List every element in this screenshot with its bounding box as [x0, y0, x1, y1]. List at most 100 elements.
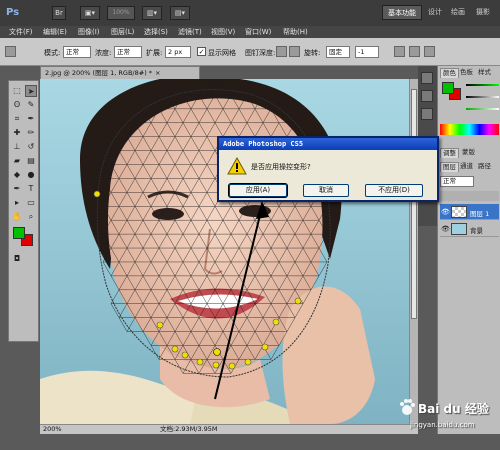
pin-depth-up-icon[interactable] [276, 46, 287, 57]
zoom-level-select[interactable]: 100% [107, 6, 135, 20]
apply-puppet-warp-dialog: Adobe Photoshop CS5 是否应用操控变形? 应用(A) 取消 不… [217, 136, 439, 202]
quick-select-tool-icon[interactable]: ✎ [25, 99, 37, 111]
blend-mode-select[interactable]: 正常 [440, 176, 474, 187]
move-tool-icon[interactable]: ➤ [25, 85, 37, 97]
menu-help[interactable]: 帮助(H) [283, 27, 308, 37]
visibility-eye-icon[interactable]: 👁 [441, 208, 450, 216]
shape-tool-icon[interactable]: ▭ [25, 197, 37, 209]
hand-tool-icon[interactable]: ✋ [11, 211, 23, 223]
status-zoom[interactable]: 200% [43, 425, 62, 434]
expand-label: 扩展: [146, 49, 163, 57]
expand-field[interactable]: 2 px [165, 46, 191, 58]
green-slider[interactable] [466, 84, 499, 86]
lasso-tool-icon[interactable]: ʘ [11, 99, 23, 111]
actions-panel-icon[interactable] [421, 90, 433, 102]
warning-icon [227, 157, 247, 175]
document-tab[interactable]: 2.jpg @ 200% (图层 1, RGB/8#) * × [40, 66, 200, 79]
eraser-tool-icon[interactable]: ▰ [11, 155, 23, 167]
photoshop-logo: Ps [6, 7, 20, 18]
layer-row-background[interactable]: 👁 背景 [440, 221, 499, 237]
layer-row-1[interactable]: 👁 图层 1 [440, 204, 499, 220]
info-panel-icon[interactable] [421, 108, 433, 120]
rotate-select[interactable]: 固定 [326, 46, 350, 58]
tab-paths[interactable]: 路径 [476, 162, 493, 172]
pin-depth-down-icon[interactable] [289, 46, 300, 57]
arrange-documents-icon[interactable]: ▥▾ [142, 6, 162, 20]
cancel-warp-icon[interactable] [409, 46, 420, 57]
layer-thumbnail [451, 206, 467, 218]
apply-button[interactable]: 应用(A) [228, 183, 288, 198]
path-select-tool-icon[interactable]: ▸ [11, 197, 23, 209]
baidu-paw-icon [400, 399, 415, 415]
layer-name[interactable]: 图层 1 [470, 208, 489, 218]
type-tool-icon[interactable]: T [25, 183, 37, 195]
quick-mask-icon[interactable]: ◘ [11, 253, 23, 265]
vertical-scrollbar[interactable] [409, 79, 418, 424]
dialog-message: 是否应用操控变形? [251, 163, 311, 171]
density-label: 浓度: [95, 49, 112, 57]
color-spectrum-ramp[interactable] [440, 124, 499, 135]
workspace-photography[interactable]: 摄影 [470, 5, 496, 20]
menu-window[interactable]: 窗口(W) [245, 27, 271, 37]
close-icon[interactable]: × [155, 69, 160, 77]
history-panel-icon[interactable] [421, 72, 433, 84]
workspace-essentials[interactable]: 基本功能 [382, 5, 422, 20]
history-brush-tool-icon[interactable]: ↺ [25, 141, 37, 153]
saturation-slider[interactable] [466, 108, 499, 110]
pen-tool-icon[interactable]: ✒ [11, 183, 23, 195]
mini-bridge-icon[interactable]: ▣▾ [80, 6, 100, 20]
status-doc-size: 文档:2.93M/3.95M [160, 425, 218, 433]
remove-pins-icon[interactable] [394, 46, 405, 57]
eyedropper-tool-icon[interactable]: ✒ [25, 113, 37, 125]
menu-filter[interactable]: 滤镜(T) [178, 27, 202, 37]
tab-color[interactable]: 颜色 [440, 68, 459, 78]
marquee-tool-icon[interactable]: ⬚ [11, 85, 23, 97]
dialog-title: Adobe Photoshop CS5 [219, 138, 437, 150]
menu-select[interactable]: 选择(S) [144, 27, 168, 37]
document-canvas[interactable] [40, 79, 410, 424]
clone-stamp-tool-icon[interactable]: ⊥ [11, 141, 23, 153]
layer-name[interactable]: 背景 [470, 225, 483, 235]
angle-field[interactable]: -1 [355, 46, 379, 58]
menu-layer[interactable]: 图层(L) [111, 27, 134, 37]
density-select[interactable]: 正常 [114, 46, 142, 58]
tab-masks[interactable]: 蒙版 [460, 148, 477, 158]
value-slider[interactable] [466, 96, 499, 98]
cancel-button[interactable]: 取消 [303, 184, 349, 197]
bridge-icon[interactable]: Br [52, 6, 66, 20]
blur-tool-icon[interactable]: ◆ [11, 169, 23, 181]
tab-channels[interactable]: 通道 [458, 162, 475, 172]
workspace-design[interactable]: 设计 [424, 5, 446, 20]
crop-tool-icon[interactable]: ⌗ [11, 113, 23, 125]
tab-layers[interactable]: 图层 [440, 162, 459, 172]
right-panels: 颜色 色板 样式 调整 蒙版 图层 通道 路径 正常 👁 图层 1 👁 背景 [437, 66, 500, 434]
screen-mode-icon[interactable]: ▤▾ [170, 6, 190, 20]
foreground-color-swatch[interactable] [13, 227, 25, 239]
menu-view[interactable]: 视图(V) [211, 27, 235, 37]
mode-select[interactable]: 正常 [63, 46, 91, 58]
show-mesh-checkbox[interactable]: ✓ [197, 47, 206, 56]
lock-row [440, 191, 499, 201]
menu-edit[interactable]: 编辑(E) [43, 27, 67, 37]
zoom-tool-icon[interactable]: ⌕ [25, 211, 37, 223]
workspace-painting[interactable]: 绘画 [447, 5, 469, 20]
menu-image[interactable]: 图像(I) [78, 27, 100, 37]
visibility-eye-icon[interactable]: 👁 [441, 225, 450, 233]
menu-file[interactable]: 文件(F) [9, 27, 33, 37]
dodge-tool-icon[interactable]: ● [25, 169, 37, 181]
commit-warp-icon[interactable] [424, 46, 435, 57]
scroll-thumb[interactable] [411, 89, 417, 319]
layer-thumbnail [451, 223, 467, 235]
panel-foreground-swatch[interactable] [442, 82, 454, 94]
status-bar: 200% 文档:2.93M/3.95M [40, 424, 418, 434]
brush-tool-icon[interactable]: ✏ [25, 127, 37, 139]
options-bar: 模式: 正常 浓度: 正常 扩展: 2 px ✓ 显示网格 图钉深度: 旋转: … [0, 38, 500, 66]
dont-apply-button[interactable]: 不应用(D) [365, 184, 423, 197]
tab-adjustments[interactable]: 调整 [440, 148, 459, 158]
gradient-tool-icon[interactable]: ▤ [25, 155, 37, 167]
healing-brush-tool-icon[interactable]: ✚ [11, 127, 23, 139]
photo-canvas[interactable] [40, 79, 410, 424]
puppet-pin-tool-icon[interactable] [5, 46, 16, 57]
tab-styles[interactable]: 样式 [476, 68, 493, 78]
tab-swatches[interactable]: 色板 [458, 68, 475, 78]
